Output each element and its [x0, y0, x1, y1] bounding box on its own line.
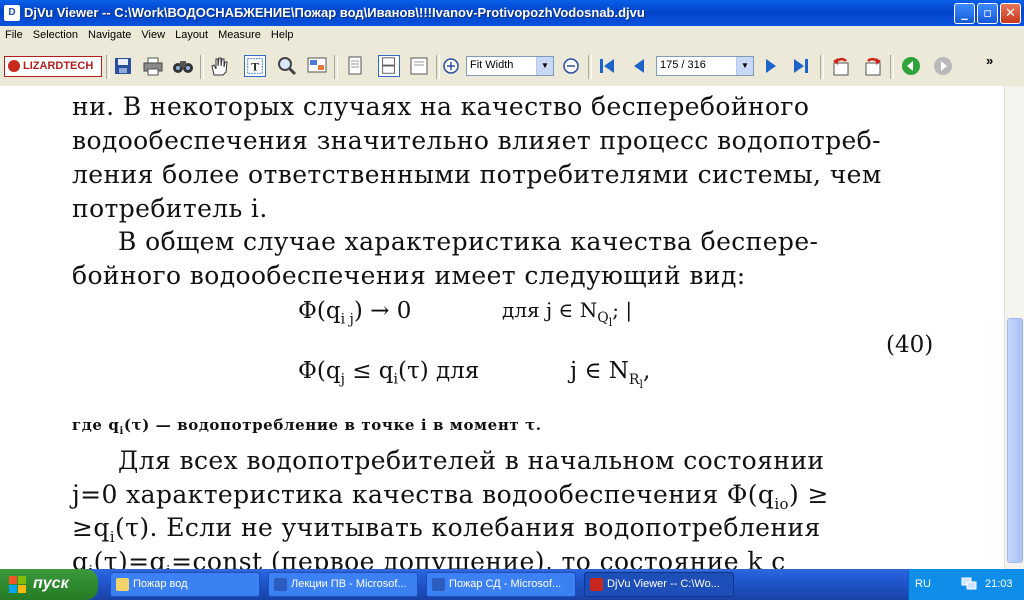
lizardtech-logo-text: LIZARDTECH — [23, 60, 94, 72]
svg-text:T: T — [251, 60, 259, 74]
formula-line-1: Φ(qi j) → 0 — [298, 298, 412, 328]
text-line: потребитель i. — [72, 194, 268, 223]
toolbar-overflow-chevron[interactable]: » — [986, 53, 993, 68]
next-page-icon[interactable] — [760, 55, 782, 77]
print-icon[interactable] — [142, 55, 164, 77]
network-icon[interactable] — [961, 577, 977, 591]
toolbar-separator — [820, 55, 824, 79]
rotate-right-icon[interactable] — [862, 55, 884, 77]
lizardtech-logo[interactable]: LIZARDTECH — [4, 56, 102, 77]
text-line: ≥qi(τ). Если не учитывать колебания водо… — [72, 513, 821, 546]
word-document-icon — [274, 578, 287, 591]
system-tray: RU 21:03 — [908, 569, 1024, 600]
menu-help[interactable]: Help — [266, 26, 299, 41]
start-button[interactable]: пуск — [0, 569, 98, 600]
taskbar-item-djvu[interactable]: DjVu Viewer -- C:\Wo... — [584, 572, 734, 597]
back-icon[interactable] — [900, 55, 922, 77]
window-title: DjVu Viewer -- C:\Work\ВОДОСНАБЖЕНИЕ\Пож… — [24, 5, 645, 20]
text-line: бойного водообеспечения имеет следующий … — [72, 261, 746, 290]
continuous-page-icon[interactable] — [378, 55, 400, 77]
start-label: пуск — [33, 575, 69, 592]
document-page[interactable]: ни. В некоторых случаях на качество бесп… — [0, 86, 1004, 569]
chevron-down-icon[interactable]: ▼ — [736, 57, 753, 75]
forward-icon[interactable] — [932, 55, 954, 77]
vertical-scrollbar[interactable] — [1004, 86, 1024, 569]
text-line: водообеспечения значительно влияет проце… — [72, 126, 881, 155]
taskbar-item-word-fire[interactable]: Пожар СД - Microsof... — [426, 572, 576, 597]
language-indicator[interactable]: RU — [915, 578, 931, 590]
toolbar-separator — [200, 55, 204, 79]
word-document-icon — [432, 578, 445, 591]
rotate-left-icon[interactable] — [830, 55, 852, 77]
facing-pages-icon[interactable] — [408, 55, 430, 77]
formula-line-2-condition: j ∈ NRl, — [570, 358, 651, 391]
first-page-icon[interactable] — [596, 55, 618, 77]
taskbar-item-folder[interactable]: Пожар вод — [110, 572, 260, 597]
menu-file[interactable]: File — [0, 26, 28, 41]
find-binoculars-icon[interactable] — [172, 55, 194, 77]
page-select-value: 175 / 316 — [660, 59, 706, 71]
single-page-icon[interactable] — [344, 55, 366, 77]
taskbar-item-label: Пожар СД - Microsof... — [449, 578, 562, 590]
toolbar-separator — [106, 55, 110, 79]
minimize-button[interactable]: _ — [954, 3, 975, 24]
taskbar-item-label: Лекции ПВ - Microsof... — [291, 578, 407, 590]
menu-layout[interactable]: Layout — [170, 26, 213, 41]
menu-bar: File Selection Navigate View Layout Measure He… — [0, 26, 1024, 45]
save-icon[interactable] — [112, 55, 134, 77]
last-page-icon[interactable] — [790, 55, 812, 77]
windows-flag-icon — [9, 576, 26, 593]
text-line: ления более ответственными потребителями… — [72, 160, 882, 189]
text-line: j=0 характеристика качества водообеспече… — [72, 480, 829, 513]
formula-line-1-condition: для j ∈ NQl; | — [502, 298, 633, 329]
zoom-region-icon[interactable] — [306, 55, 328, 77]
menu-view[interactable]: View — [136, 26, 170, 41]
zoom-in-icon[interactable] — [440, 55, 462, 77]
menu-navigate[interactable]: Navigate — [83, 26, 136, 41]
menu-selection[interactable]: Selection — [28, 26, 83, 41]
lizardtech-logo-mark — [8, 60, 20, 72]
taskbar-item-word-lectures[interactable]: Лекции ПВ - Microsof... — [268, 572, 418, 597]
chevron-down-icon[interactable]: ▼ — [536, 57, 553, 75]
taskbar: пуск Пожар вод Лекции ПВ - Microsof... П… — [0, 569, 1024, 600]
zoom-select-value: Fit Width — [470, 59, 514, 71]
zoom-out-icon[interactable] — [560, 55, 582, 77]
text-line: ни. В некоторых случаях на качество бесп… — [72, 92, 810, 121]
close-button[interactable]: ✕ — [1000, 3, 1021, 24]
toolbar-separator — [588, 55, 592, 79]
menu-measure[interactable]: Measure — [213, 26, 266, 41]
djvu-app-icon — [590, 578, 603, 591]
hand-pan-icon[interactable] — [208, 55, 230, 77]
toolbar-separator — [334, 55, 338, 79]
text-line: В общем случае характеристика качества б… — [118, 227, 819, 256]
toolbar: LIZARDTECH T Fit Width ▼ 175 / 316 ▼ » — [0, 45, 1024, 87]
toolbar-separator — [890, 55, 894, 79]
taskbar-item-label: DjVu Viewer -- C:\Wo... — [607, 578, 720, 590]
title-bar: D DjVu Viewer -- C:\Work\ВОДОСНАБЖЕНИЕ\П… — [0, 0, 1024, 26]
maximize-button[interactable]: ▫ — [977, 3, 998, 24]
djvu-app-icon: D — [4, 5, 20, 21]
page-select[interactable]: 175 / 316 ▼ — [656, 56, 754, 76]
text-line: Для всех водопотребителей в начальном со… — [118, 446, 825, 475]
clock[interactable]: 21:03 — [985, 578, 1013, 590]
formula-note: где qi(τ) — водопотребление в точке i в … — [72, 416, 542, 437]
text-line: qi(τ)=qi=const (первое допущение), то со… — [72, 547, 786, 569]
previous-page-icon[interactable] — [628, 55, 650, 77]
equation-number: (40) — [886, 332, 934, 358]
formula-line-2: Φ(qj ≤ qi(τ) для — [298, 358, 480, 388]
taskbar-item-label: Пожар вод — [133, 578, 188, 590]
zoom-select[interactable]: Fit Width ▼ — [466, 56, 554, 76]
text-select-icon[interactable]: T — [244, 55, 266, 77]
folder-icon — [116, 578, 129, 591]
zoom-magnifier-icon[interactable] — [276, 55, 298, 77]
scrollbar-thumb[interactable] — [1007, 318, 1023, 563]
